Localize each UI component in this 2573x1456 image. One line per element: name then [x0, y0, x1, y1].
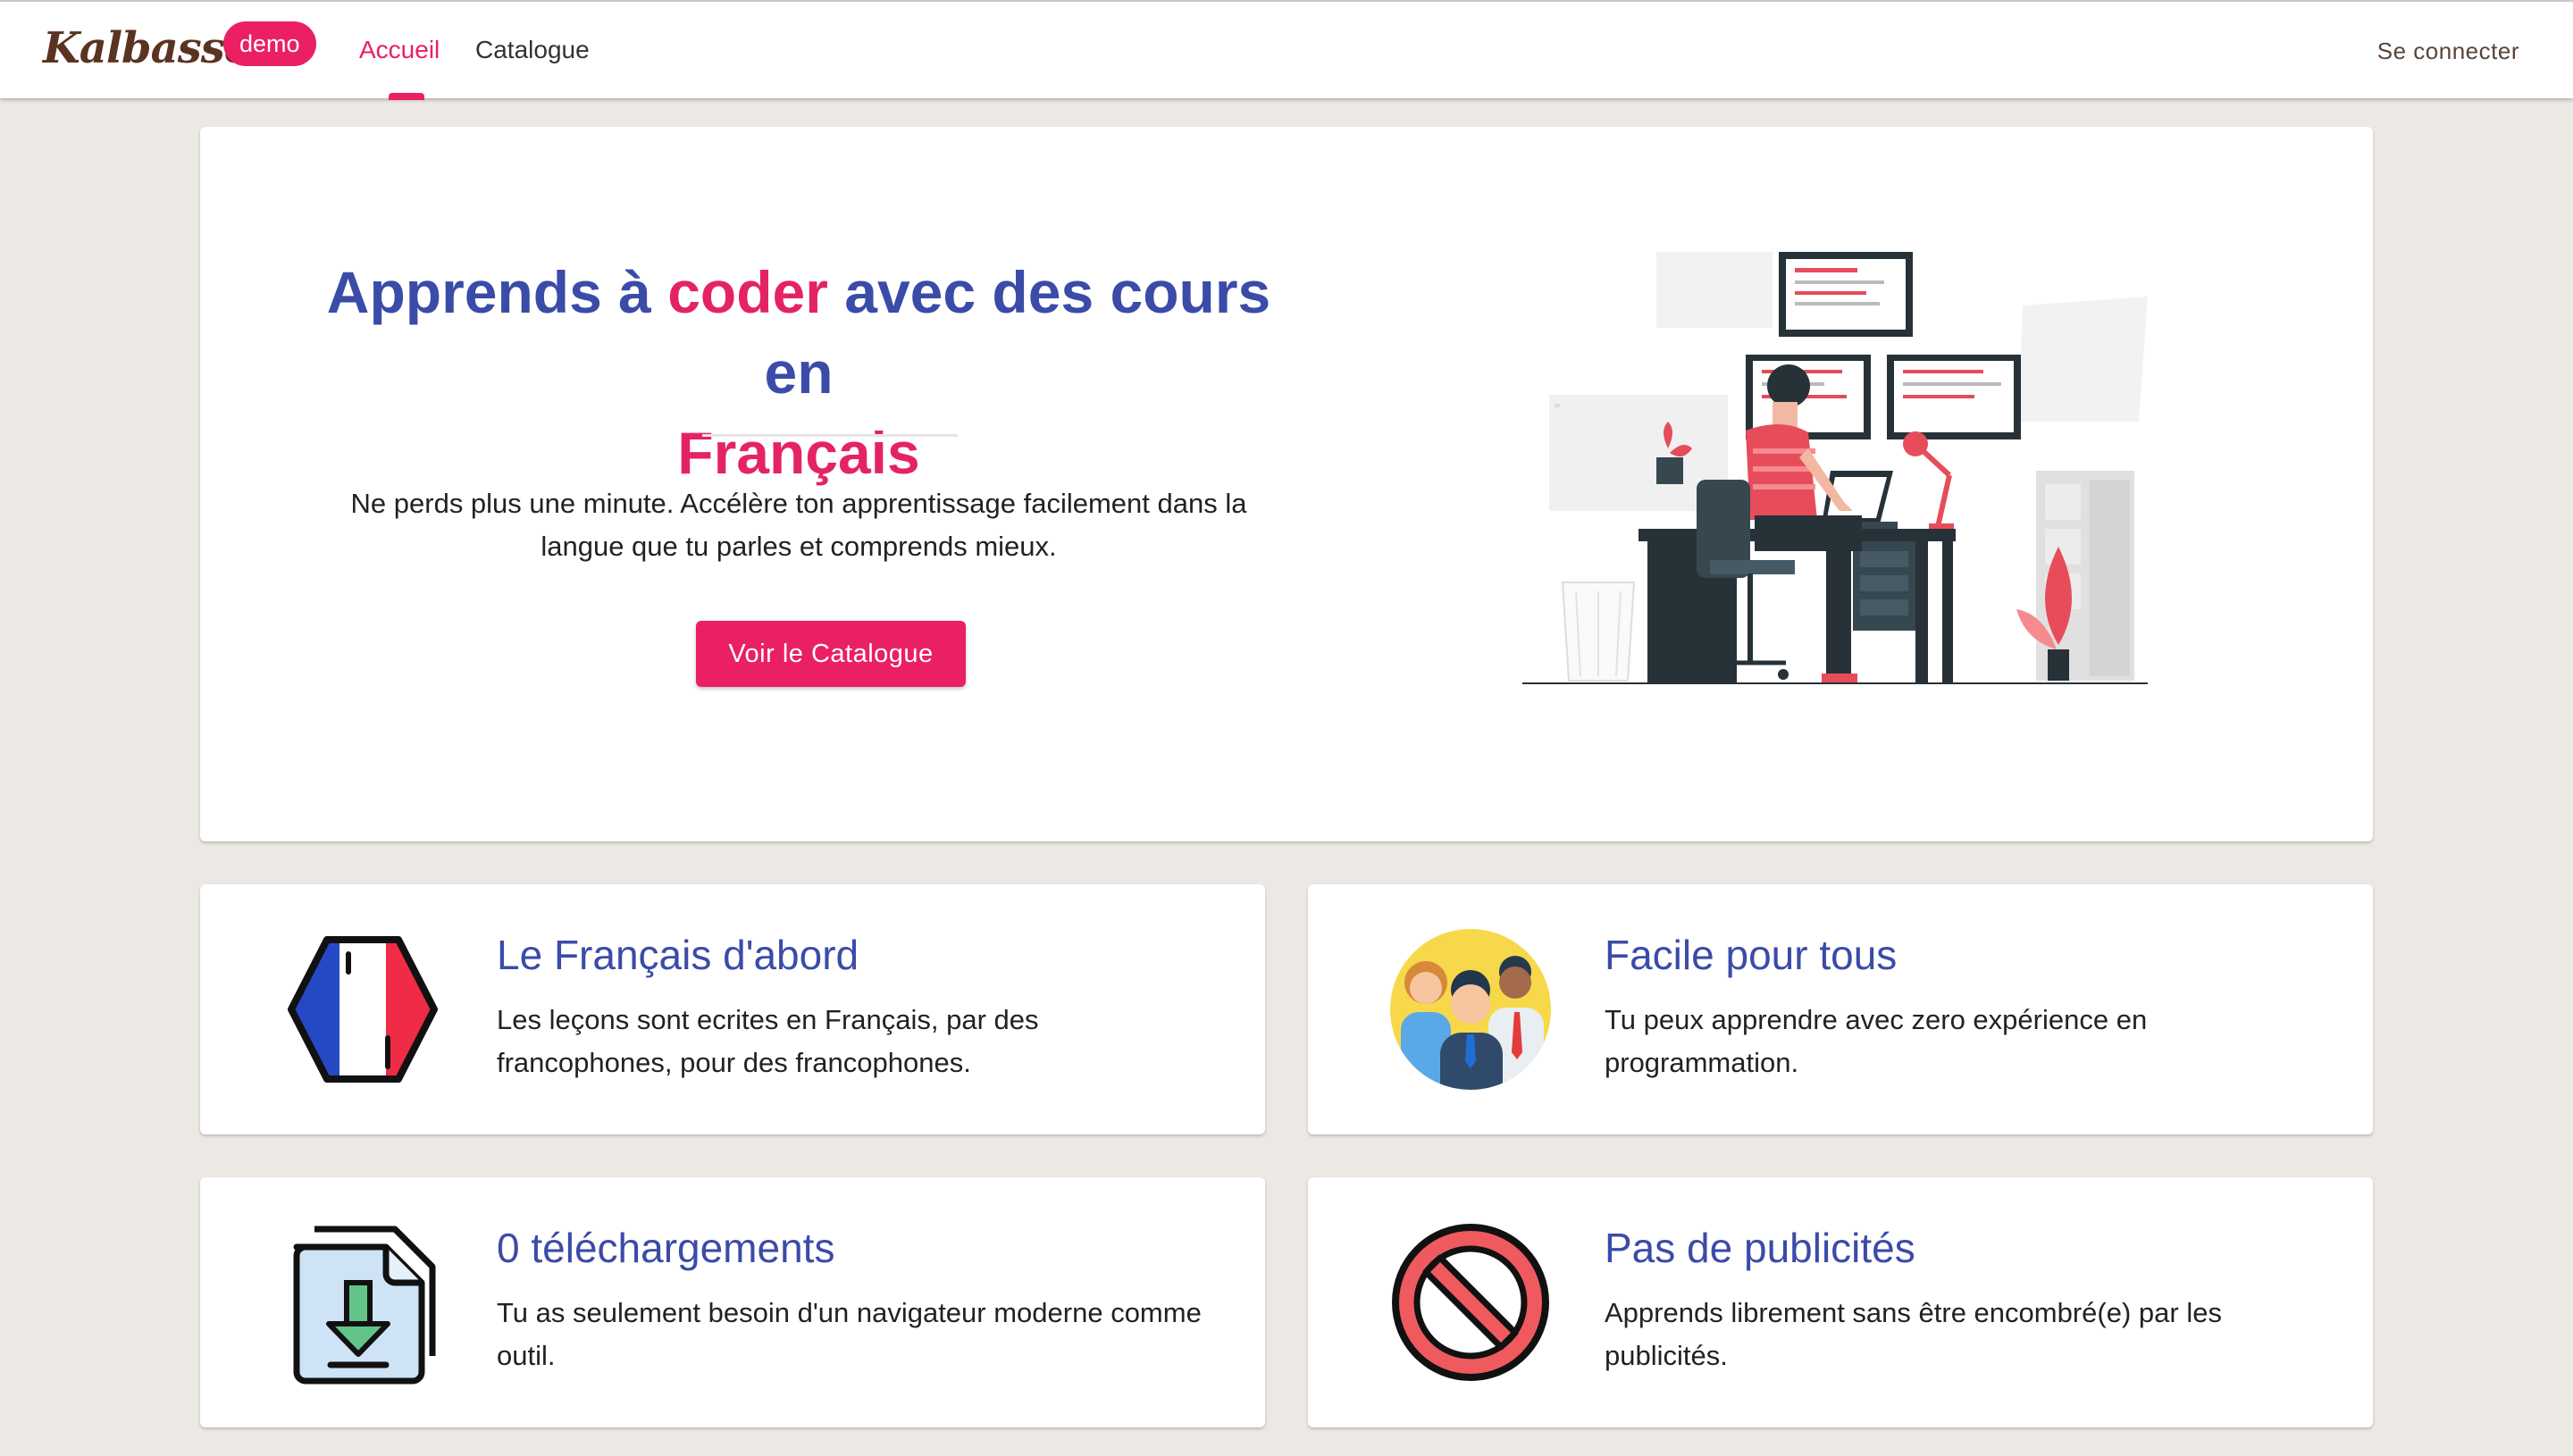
- feature-text: Les leçons sont ecrites en Français, par…: [497, 1004, 1039, 1078]
- nav-accueil[interactable]: Accueil: [359, 36, 440, 64]
- hero-title-highlight-francais: Français: [677, 420, 920, 486]
- feature-card-no-download: 0 téléchargements Tu as seulement besoin…: [200, 1177, 1265, 1427]
- feature-text: Tu as seulement besoin d'un navigateur m…: [497, 1297, 1202, 1371]
- french-flag-icon: [288, 936, 438, 1083]
- no-ads-icon: [1392, 1224, 1549, 1381]
- developer-illustration: [1522, 252, 2148, 684]
- feature-title: Pas de publicités: [1605, 1225, 1915, 1271]
- nav-active-indicator: [389, 93, 424, 100]
- hero-title: Apprends à coder avec des cours en Franç…: [307, 252, 1290, 493]
- hero-description: Ne perds plus une minute. Accélère ton a…: [350, 488, 1247, 562]
- download-file-icon: [293, 1226, 436, 1385]
- feature-title: Le Français d'abord: [497, 932, 859, 978]
- feature-card-french-first: Le Français d'abord Les leçons sont ecri…: [200, 884, 1265, 1134]
- feature-text: Tu peux apprendre avec zero expérience e…: [1605, 1004, 2148, 1078]
- feature-card-easy: Facile pour tous Tu peux apprendre avec …: [1308, 884, 2373, 1134]
- logo[interactable]: Kalbasse: [43, 23, 251, 73]
- people-group-icon: [1390, 929, 1551, 1090]
- catalogue-button[interactable]: Voir le Catalogue: [696, 621, 966, 687]
- feature-title: Facile pour tous: [1605, 932, 1898, 978]
- hero-title-part2: avec des cours en: [764, 259, 1271, 406]
- hero-card: Apprends à coder avec des cours en Franç…: [200, 127, 2373, 841]
- top-navbar: Kalbasse demo Accueil Catalogue Se conne…: [0, 0, 2573, 100]
- feature-card-no-ads: Pas de publicités Apprends librement san…: [1308, 1177, 2373, 1427]
- demo-badge: demo: [223, 21, 316, 66]
- hero-title-part1: Apprends à: [326, 259, 668, 325]
- login-button[interactable]: Se connecter: [2377, 38, 2519, 65]
- hero-divider: [702, 434, 958, 437]
- feature-title: 0 téléchargements: [497, 1225, 835, 1271]
- nav-catalogue[interactable]: Catalogue: [475, 36, 590, 64]
- feature-text: Apprends librement sans être encombré(e)…: [1605, 1297, 2222, 1371]
- hero-title-highlight-coder: coder: [667, 259, 828, 325]
